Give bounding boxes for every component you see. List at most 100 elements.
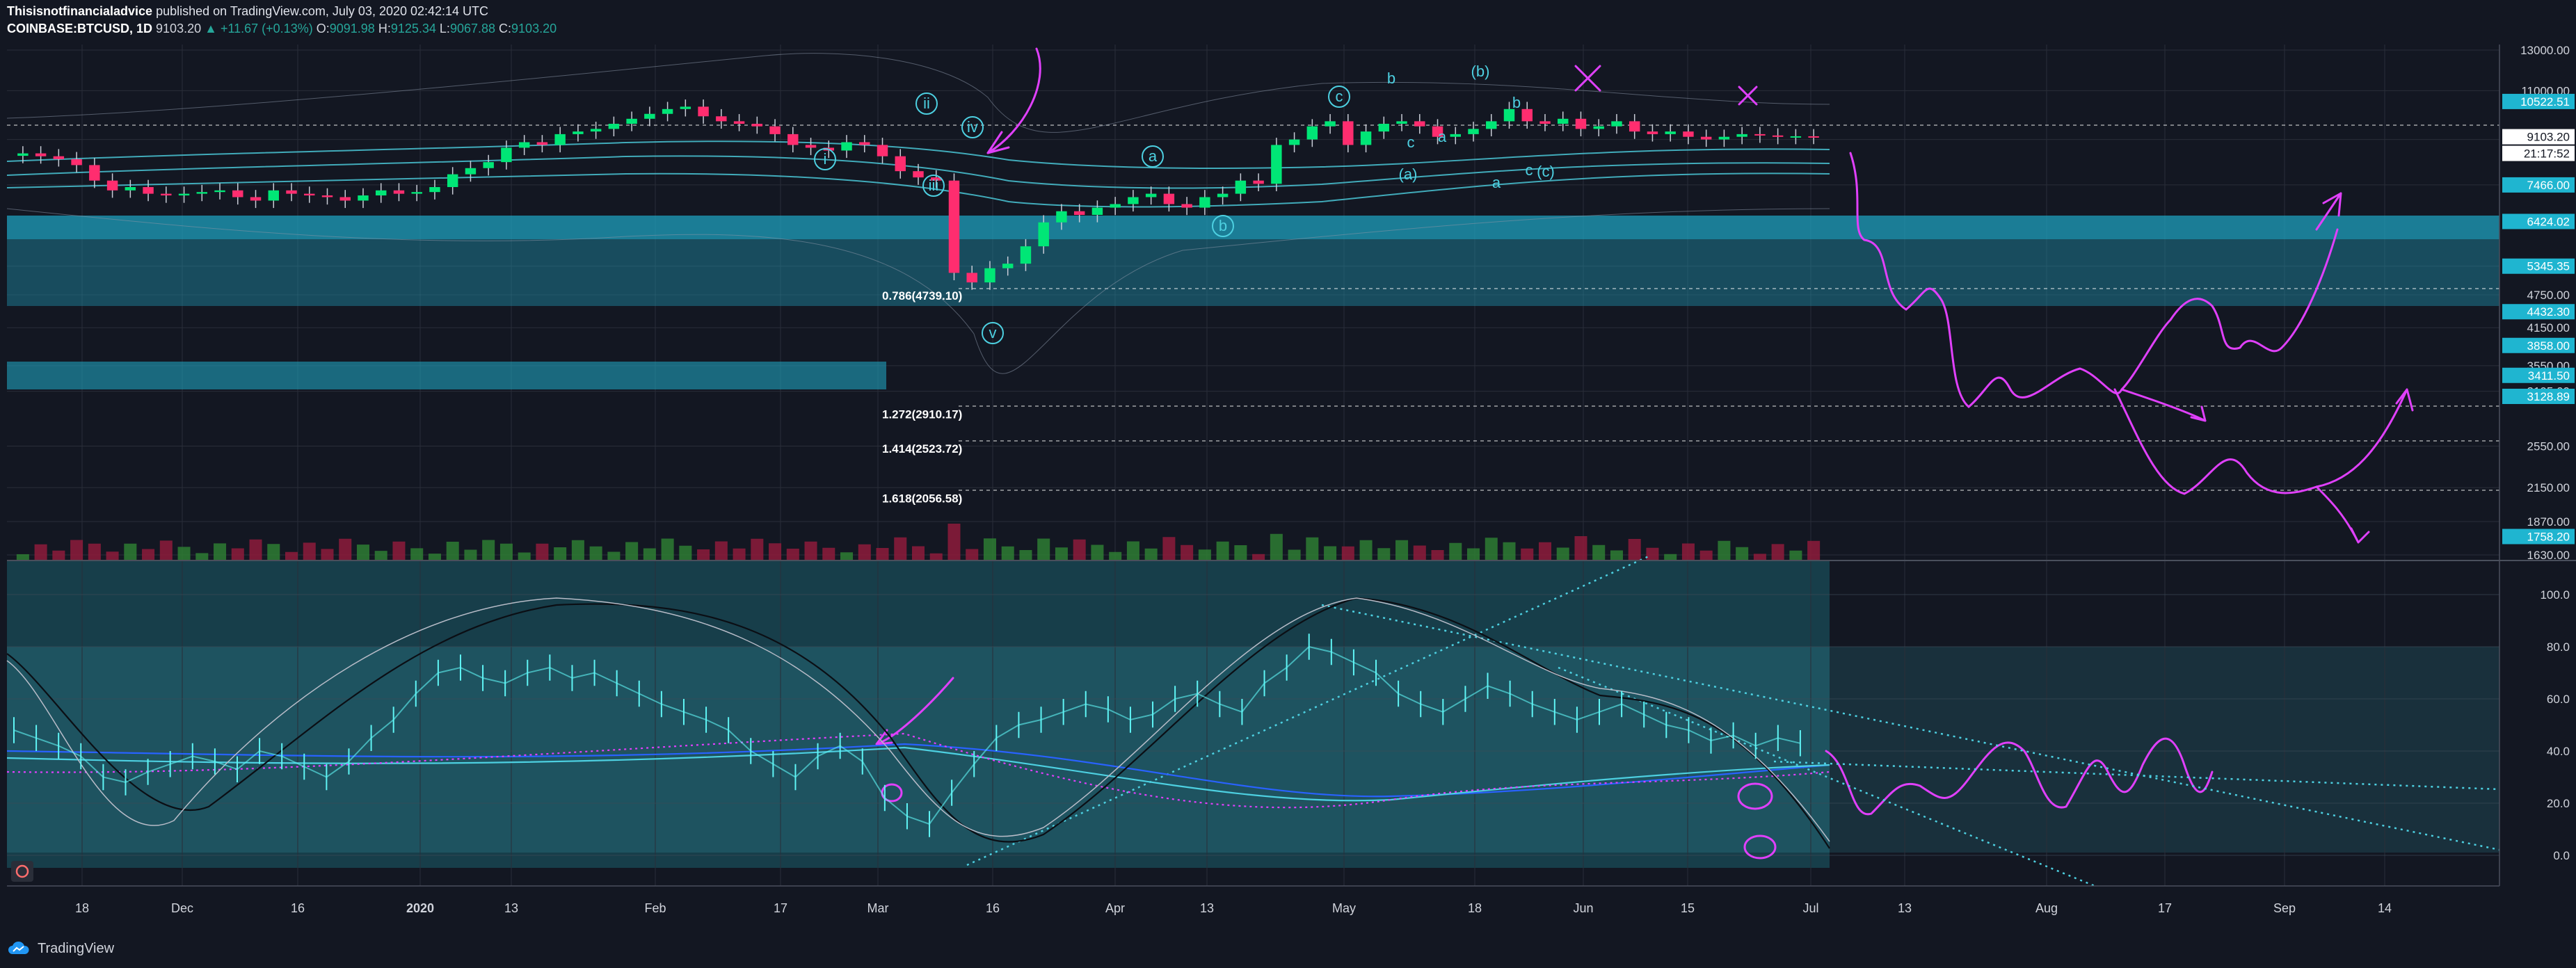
volume-bar (88, 543, 101, 560)
candle-body (1199, 197, 1210, 208)
candle-body (1073, 211, 1085, 216)
candle-body (1360, 131, 1372, 145)
volume-bar (625, 542, 639, 560)
candle-body (966, 273, 977, 283)
time-axis-label: May (1332, 901, 1356, 915)
price-tick: 2150.00 (2527, 481, 2570, 494)
volume-bar (1574, 536, 1587, 560)
volume-bar (1807, 540, 1821, 560)
candle-body (178, 193, 190, 196)
price-label: 7466.00 (2527, 179, 2570, 192)
time-axis-label: 14 (2378, 901, 2392, 915)
wave-label: v (989, 324, 997, 341)
volume-bar (1646, 547, 1659, 560)
price-label: 5345.35 (2527, 260, 2570, 273)
volume-bar (1771, 544, 1784, 560)
low-value: 9067.88 (449, 22, 496, 35)
candle-body (644, 113, 655, 119)
price-label: 3858.00 (2527, 339, 2570, 353)
candle-body (1378, 124, 1390, 132)
volume-bar (840, 552, 854, 560)
volume-bar (1413, 545, 1426, 560)
candle-body (554, 134, 566, 145)
candle-body (17, 153, 29, 156)
volume-bar (356, 544, 369, 560)
volume-bar (1699, 550, 1713, 560)
time-axis-label: 18 (75, 901, 89, 915)
volume-bar (1628, 539, 1641, 560)
volume-bar (518, 552, 531, 560)
candle-body (1647, 131, 1658, 134)
candle-body (805, 145, 817, 148)
volume-bar (571, 540, 584, 560)
time-axis-label: 13 (1898, 901, 1912, 915)
candle-body (1539, 121, 1551, 124)
last-price: 9103.20 (156, 22, 202, 35)
price-label: 6424.02 (2527, 215, 2570, 228)
candle-body (680, 106, 691, 109)
volume-bar (34, 544, 47, 560)
tradingview-cloud-icon (8, 941, 29, 954)
candle-body (304, 193, 315, 196)
volume-bar (1664, 554, 1677, 560)
candle-body (339, 197, 351, 201)
volume-bar (1592, 544, 1606, 560)
candle-body (716, 116, 727, 122)
candle-body (877, 145, 888, 156)
candle-body (376, 190, 387, 196)
chart-settings-button[interactable] (11, 861, 33, 882)
volume-bar (786, 549, 799, 560)
candle-body (751, 124, 763, 127)
candle-body (321, 195, 333, 197)
candle-body (1808, 136, 1819, 138)
wave-label: i (824, 150, 827, 168)
candle-body (501, 147, 512, 163)
volume-bar (1198, 549, 1211, 560)
author-name[interactable]: Thisisnotfinancialadvice (7, 4, 152, 18)
volume-bar (1467, 548, 1480, 560)
volume-bar (106, 551, 119, 560)
price-tick: 4150.00 (2527, 321, 2570, 334)
volume-bar (1556, 547, 1569, 560)
high-label: H: (378, 22, 391, 35)
volume-bar (392, 541, 406, 560)
volume-bar (1019, 550, 1032, 560)
volume-bar (1718, 540, 1731, 560)
candle-body (841, 142, 852, 151)
candle-body (1521, 108, 1533, 122)
tradingview-logo[interactable]: TradingView (7, 940, 114, 957)
candle-body (1306, 126, 1318, 140)
volume-bar (177, 547, 191, 560)
tradingview-brand: TradingView (38, 940, 115, 956)
candle-body (1056, 211, 1067, 223)
candle-body (859, 142, 870, 145)
wave-label: iii (929, 177, 939, 194)
volume-bar (428, 554, 441, 560)
wave-label: c (1407, 134, 1415, 151)
wave-label: c (1526, 161, 1533, 179)
volume-bar (1681, 543, 1695, 560)
candle-body (214, 190, 225, 193)
candle-body (106, 180, 118, 191)
volume-bar (195, 553, 209, 560)
symbol-name[interactable]: COINBASE:BTCUSD, 1D (7, 22, 152, 35)
chart-canvas[interactable]: 0.786(4739.10) 1.272(2910.17) 1.414(2523.7… (0, 45, 2576, 930)
volume-bar (1162, 537, 1176, 560)
oscillator-tick: 80.0 (2547, 640, 2570, 654)
volume-bar (410, 548, 424, 560)
time-axis-label: Apr (1105, 901, 1125, 915)
candle-body (125, 187, 136, 191)
time-axis-label: 2020 (406, 901, 434, 915)
time-axis-label: Aug (2035, 901, 2058, 915)
volume-bar (589, 546, 602, 560)
volume-bar (1503, 542, 1516, 560)
volume-bar (231, 548, 244, 560)
candle-body (1396, 121, 1407, 124)
wave-label: a (1149, 147, 1158, 165)
volume-bar (1216, 541, 1229, 560)
fib-label: 0.786(4739.10) (882, 289, 962, 302)
fib-label: 1.618(2056.58) (882, 492, 962, 506)
candle-body (1772, 135, 1784, 137)
volume-bar (876, 548, 889, 560)
volume-bar (1234, 545, 1247, 560)
